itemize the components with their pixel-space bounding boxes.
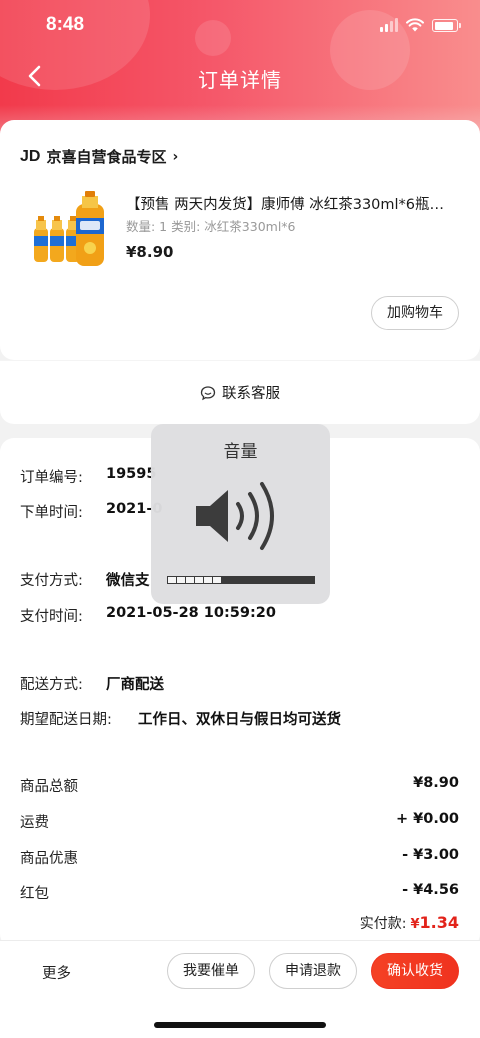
- store-link[interactable]: JD 京喜自营食品专区 ›: [20, 146, 178, 167]
- volume-segment: [204, 577, 212, 583]
- amount-paid-label: 实付款:: [359, 916, 407, 932]
- volume-segment: [195, 577, 203, 583]
- expected-delivery-label: 期望配送日期:: [20, 712, 112, 728]
- chat-bubble-icon: [200, 385, 216, 400]
- status-time: 8:48: [46, 14, 85, 35]
- subtotal-label: 商品总额: [20, 779, 78, 795]
- amount-paid-value: ¥1.34: [410, 913, 459, 932]
- payment-method-label: 支付方式:: [20, 573, 83, 589]
- order-time-label: 下单时间:: [20, 505, 83, 521]
- page-title: 订单详情: [198, 68, 282, 92]
- signal-icon: [380, 18, 398, 32]
- product-price: ¥8.90: [126, 243, 174, 261]
- volume-segment: [168, 577, 176, 583]
- delivery-method-value: 厂商配送: [106, 677, 164, 693]
- red-packet-value: - ¥4.56: [402, 882, 459, 898]
- divider: [0, 360, 480, 361]
- product-title[interactable]: 【预售 两天内发货】康师傅 冰红茶330ml*6瓶柠檬口味: [126, 193, 456, 214]
- speaker-icon: [196, 482, 274, 550]
- payment-time-label: 支付时间:: [20, 609, 83, 625]
- delivery-method-label: 配送方式:: [20, 677, 83, 693]
- status-bar: 8:48: [0, 0, 480, 50]
- volume-level-fill: [168, 577, 221, 583]
- payment-method-value: 微信支: [106, 573, 150, 589]
- expected-delivery-value: 工作日、双休日与假日均可送货: [138, 712, 341, 728]
- order-number-value: 19595: [106, 466, 157, 482]
- more-button[interactable]: 更多: [42, 962, 71, 983]
- contact-service-button[interactable]: 联系客服: [0, 382, 480, 403]
- wifi-icon: [406, 18, 424, 32]
- shipping-value: + ¥0.00: [395, 811, 459, 827]
- discount-label: 商品优惠: [20, 851, 78, 867]
- payment-time-value: 2021-05-28 10:59:20: [106, 605, 276, 621]
- amount-paid-row: 实付款: ¥1.34: [360, 913, 459, 933]
- add-to-cart-button[interactable]: 加购物车: [371, 296, 459, 330]
- product-meta: 数量: 1 类别: 冰红茶330ml*6: [126, 219, 296, 234]
- volume-level-bar: [167, 576, 315, 584]
- volume-segment: [186, 577, 194, 583]
- status-icons: [380, 18, 461, 32]
- product-image[interactable]: [28, 190, 110, 268]
- remind-shipping-button[interactable]: 我要催单: [167, 953, 255, 989]
- contact-service-label: 联系客服: [222, 386, 280, 402]
- order-number-label: 订单编号:: [20, 470, 83, 486]
- battery-icon: [432, 19, 461, 32]
- home-indicator[interactable]: [154, 1022, 326, 1028]
- volume-segment: [213, 577, 221, 583]
- shipping-label: 运费: [20, 815, 49, 831]
- volume-title: 音量: [223, 442, 258, 462]
- currency-symbol: ¥: [410, 917, 420, 932]
- store-name: 京喜自营食品专区: [46, 148, 167, 166]
- red-packet-label: 红包: [20, 886, 49, 902]
- contact-service-row: 联系客服: [0, 360, 480, 424]
- confirm-receipt-button[interactable]: 确认收货: [371, 953, 459, 989]
- bottom-action-bar: 更多 我要催单 申请退款 确认收货: [0, 940, 480, 1038]
- discount-value: - ¥3.00: [402, 847, 459, 863]
- volume-hud: 音量: [151, 424, 330, 604]
- jd-logo: JD: [20, 147, 41, 165]
- volume-segment: [177, 577, 185, 583]
- navigation-bar: 订单详情: [0, 56, 480, 98]
- subtotal-value: ¥8.90: [413, 775, 459, 791]
- amount-paid-number: 1.34: [419, 913, 459, 932]
- request-refund-button[interactable]: 申请退款: [269, 953, 357, 989]
- chevron-right-icon: ›: [172, 148, 179, 165]
